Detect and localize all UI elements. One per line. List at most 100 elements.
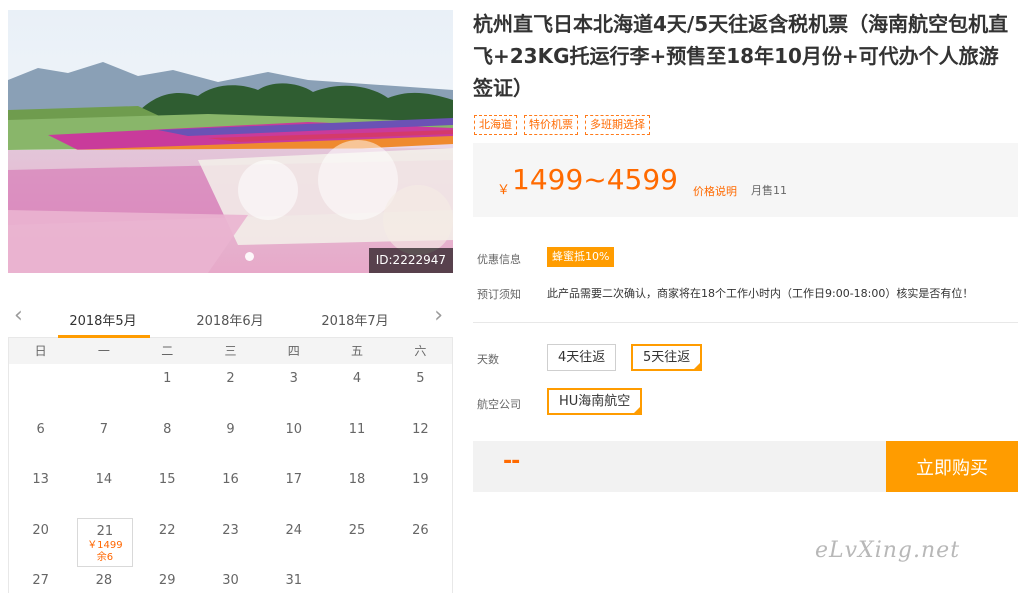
day-number: 27 <box>32 573 49 588</box>
day-number: 11 <box>348 421 366 437</box>
calendar-day[interactable]: 1 <box>136 364 199 415</box>
day-number: 29 <box>158 573 176 588</box>
calendar-day[interactable]: 6 <box>9 415 72 466</box>
booking-notice: 此产品需要二次确认，商家将在18个工作小时内（工作日9:00-18:00）核实是… <box>547 287 974 300</box>
weekday-label: 三 <box>224 344 237 358</box>
day-number: 17 <box>285 472 303 487</box>
price-panel: ￥ 1499~4599 价格说明 月售11 <box>473 143 1018 217</box>
calendar-day[interactable]: 26 <box>389 516 452 567</box>
tag-hokkaido: 北海道 <box>474 115 517 135</box>
chevron-left-icon[interactable]: ‹ <box>14 304 23 328</box>
calendar-day[interactable]: 29 <box>136 566 199 593</box>
tab-month-may[interactable]: 2018年5月 <box>58 310 148 329</box>
calendar-weekday-header: 日 一 二 三 四 五 六 <box>8 338 453 364</box>
tag-multi-schedule: 多班期选择 <box>585 115 650 135</box>
calendar-days-grid: 1 2 3 4 5 6 7 8 9 10 11 12 13 14 15 16 17 18 19 20 21 ￥1499 余6… <box>8 364 453 593</box>
calendar-day[interactable]: 14 <box>72 465 135 516</box>
day-number: 25 <box>348 522 366 538</box>
calendar-day[interactable]: 30 <box>199 566 262 593</box>
calendar-day[interactable]: 28 <box>72 566 135 593</box>
day-number: 19 <box>412 472 429 487</box>
calendar-day[interactable]: 9 <box>199 415 262 466</box>
currency-symbol: ￥ <box>497 183 511 198</box>
day-number: 10 <box>285 421 303 437</box>
purchase-bar: -- 立即购买 <box>473 441 1018 492</box>
product-tags: 北海道 特价机票 多班期选择 <box>474 115 650 135</box>
price-range: 1499~4599 <box>512 163 678 196</box>
calendar-day[interactable]: 17 <box>262 465 325 516</box>
day-number: 15 <box>158 472 176 487</box>
buy-now-button[interactable]: 立即购买 <box>886 441 1018 492</box>
calendar-day[interactable]: 25 <box>325 516 388 567</box>
day-number: 7 <box>99 421 109 437</box>
day-number: 1 <box>163 371 172 386</box>
calendar-day <box>9 364 72 415</box>
day-number: 23 <box>222 522 239 538</box>
calendar-day-selected[interactable]: 21 ￥1499 余6 <box>77 517 133 567</box>
days-label: 天数 <box>477 353 499 366</box>
day-number: 31 <box>285 573 303 588</box>
flower-field-image <box>8 10 453 273</box>
day-number: 16 <box>222 472 239 487</box>
calendar-day[interactable]: 4 <box>325 364 388 415</box>
calendar-day[interactable]: 27 <box>9 566 72 593</box>
day-number: 22 <box>158 522 176 538</box>
calendar-day[interactable]: 12 <box>389 415 452 466</box>
option-5-days[interactable]: 5天往返 <box>631 344 703 371</box>
carousel-dot[interactable] <box>245 252 254 261</box>
calendar-day[interactable]: 18 <box>325 465 388 516</box>
product-photo: ID:2222947 <box>8 10 453 273</box>
site-watermark: eLvXing.net <box>815 538 961 563</box>
calendar-day[interactable]: 13 <box>9 465 72 516</box>
calendar-day[interactable]: 15 <box>136 465 199 516</box>
calendar-day[interactable]: 2 <box>199 364 262 415</box>
day-number: 28 <box>95 573 113 588</box>
day-number: 6 <box>36 421 45 437</box>
date-calendar: ‹ 2018年5月 2018年6月 2018年7月 › 日 一 二 三 四 五 … <box>8 300 453 593</box>
calendar-day[interactable]: 11 <box>325 415 388 466</box>
calendar-day <box>389 566 452 593</box>
calendar-day[interactable]: 10 <box>262 415 325 466</box>
tab-month-june[interactable]: 2018年6月 <box>185 310 275 329</box>
calendar-day[interactable]: 19 <box>389 465 452 516</box>
calendar-month-nav: ‹ 2018年5月 2018年6月 2018年7月 › <box>8 300 453 338</box>
calendar-day <box>325 566 388 593</box>
day-number: 24 <box>285 522 303 538</box>
option-airline-hu[interactable]: HU海南航空 <box>547 388 643 415</box>
product-title: 杭州直飞日本北海道4天/5天往返含税机票（海南航空包机直飞+23KG托运行李+预… <box>473 12 1009 100</box>
day-number: 20 <box>32 522 49 538</box>
day-number: 3 <box>289 371 298 386</box>
calendar-day[interactable]: 16 <box>199 465 262 516</box>
calendar-day[interactable]: 8 <box>136 415 199 466</box>
weekday-label: 日 <box>34 344 47 358</box>
promo-label: 优惠信息 <box>477 253 521 266</box>
tag-special-ticket: 特价机票 <box>524 115 578 135</box>
airline-label: 航空公司 <box>477 398 521 411</box>
day-number: 26 <box>412 522 429 538</box>
calendar-day[interactable]: 24 <box>262 516 325 567</box>
calendar-day[interactable]: 5 <box>389 364 452 415</box>
day-number: 13 <box>32 472 49 487</box>
tab-month-july[interactable]: 2018年7月 <box>310 310 400 329</box>
day-number: 14 <box>95 472 113 487</box>
photo-id-badge: ID:2222947 <box>368 248 453 273</box>
day-number: 8 <box>163 421 172 437</box>
calendar-day[interactable]: 23 <box>199 516 262 567</box>
price-explanation-link[interactable]: 价格说明 <box>693 183 737 199</box>
day-number: 5 <box>416 371 425 386</box>
day-number: 9 <box>226 421 235 437</box>
day-number: 12 <box>412 421 429 437</box>
calendar-day <box>72 364 135 415</box>
day-remaining: 余6 <box>96 551 114 563</box>
day-number: 30 <box>222 573 239 588</box>
calendar-day[interactable]: 7 <box>72 415 135 466</box>
day-number: 18 <box>348 472 366 487</box>
calendar-day[interactable]: 31 <box>262 566 325 593</box>
weekday-label: 一 <box>97 344 110 358</box>
calendar-day[interactable]: 20 <box>9 516 72 567</box>
calendar-day[interactable]: 22 <box>136 516 199 567</box>
chevron-right-icon[interactable]: › <box>434 304 443 328</box>
option-4-days[interactable]: 4天往返 <box>547 344 617 371</box>
calendar-day[interactable]: 3 <box>262 364 325 415</box>
active-month-indicator <box>58 335 150 338</box>
